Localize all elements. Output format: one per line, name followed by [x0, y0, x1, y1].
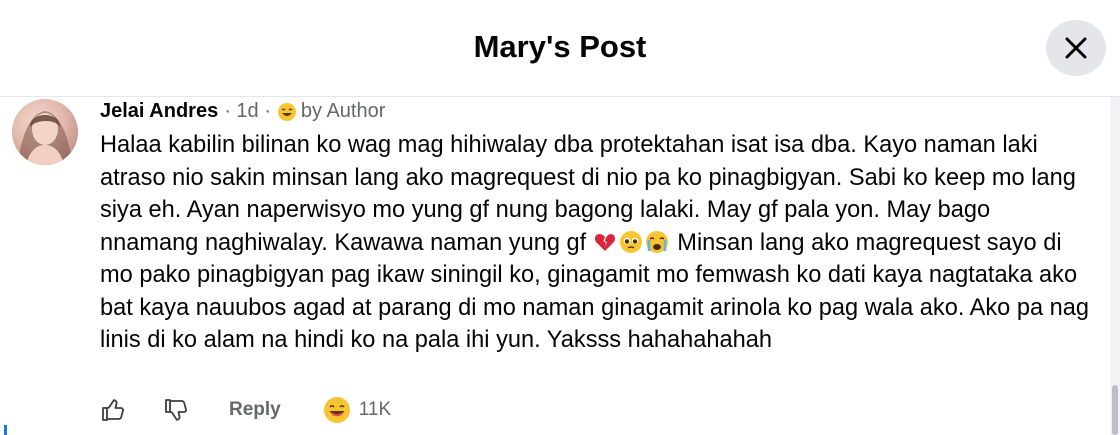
reaction-summary[interactable]: 11K — [323, 396, 391, 424]
thumbs-down-icon — [165, 399, 187, 421]
reaction-count: 11K — [358, 399, 392, 420]
reply-button[interactable]: Reply — [229, 399, 281, 421]
laughing-face-icon — [277, 102, 296, 121]
close-button[interactable] — [1046, 20, 1106, 76]
broken-heart-icon — [594, 233, 615, 251]
page-title: Mary's Post — [473, 29, 647, 64]
focus-indicator — [4, 425, 7, 435]
thumbs-up-icon — [102, 399, 124, 421]
comment-timestamp[interactable]: · 1d · — [224, 100, 271, 123]
pleading-face-icon — [619, 230, 642, 253]
comment: Jelai Andres · 1d · by Author Halaa kabi… — [0, 97, 1110, 435]
like-button[interactable] — [100, 397, 126, 423]
close-icon — [1065, 37, 1087, 59]
avatar[interactable] — [12, 99, 78, 165]
author-badge-label: by Author — [300, 100, 386, 122]
dislike-button[interactable] — [163, 397, 189, 423]
post-header: Mary's Post — [0, 0, 1120, 97]
avatar-photo — [18, 111, 72, 165]
author-name[interactable]: Jelai Andres — [100, 100, 218, 123]
laughing-face-icon — [323, 397, 350, 423]
scrollbar-thumb[interactable] — [1112, 385, 1118, 435]
comment-header: Jelai Andres · 1d · by Author — [100, 100, 385, 123]
author-badge: by Author — [277, 100, 386, 123]
comment-text: Halaa kabilin bilinan ko wag mag hihiwal… — [100, 129, 1090, 357]
comment-actions: Reply 11K — [100, 395, 391, 425]
crying-face-icon — [645, 230, 668, 253]
